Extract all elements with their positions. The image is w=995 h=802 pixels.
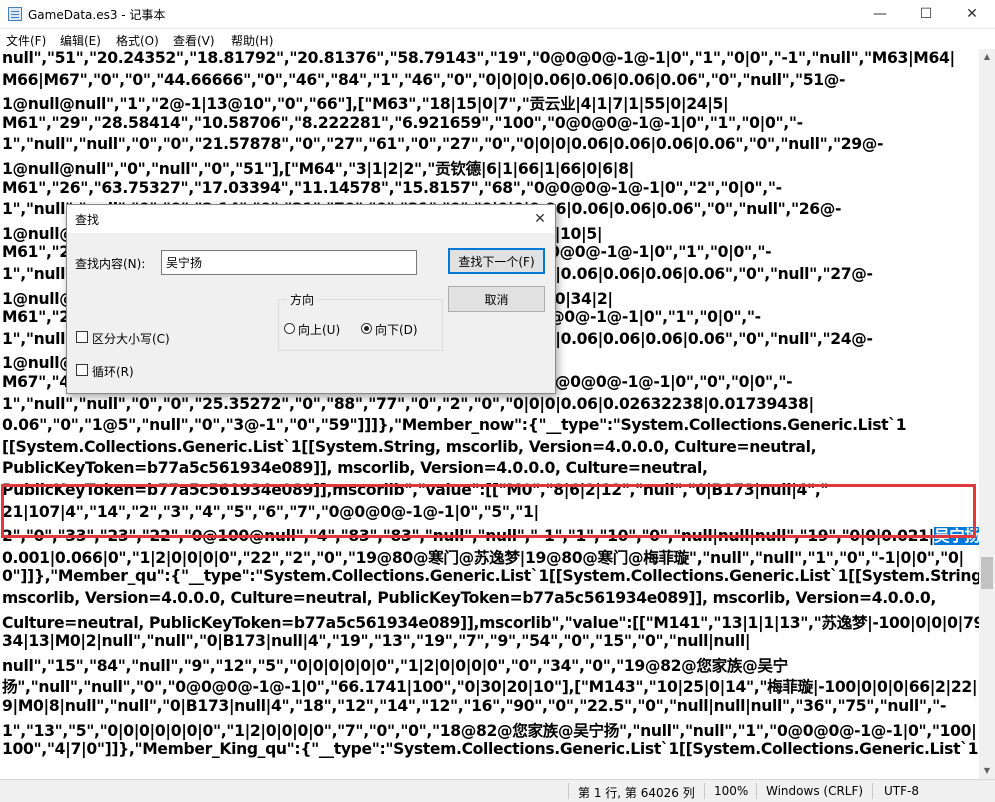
text-line: M66|M67","0","0","44.66666","0","46","84… — [2, 70, 846, 89]
text-line: mscorlib, Version=4.0.0.0, Culture=neutr… — [2, 589, 936, 607]
menu-help[interactable]: 帮助(H) — [231, 32, 273, 49]
encoding: UTF-8 — [884, 784, 919, 798]
text-line: 1@null@null","0","null","0","51"],["M64"… — [2, 160, 634, 178]
menu-bar: 文件(F) 编辑(E) 格式(O) 查看(V) 帮助(H) — [0, 29, 995, 49]
title-bar: GameData.es3 - 记事本 — ☐ ✕ — [0, 0, 995, 29]
find-label: 查找内容(N): — [75, 257, 146, 271]
menu-edit[interactable]: 编辑(E) — [60, 32, 101, 49]
match-case-label: 区分大小写(C) — [92, 332, 170, 346]
wrap-label: 循环(R) — [92, 365, 134, 379]
find-dialog: 查找 ✕ 查找内容(N): 查找下一个(F) 取消 方向 向上(U) 向下(D)… — [66, 204, 556, 394]
red-highlight-box — [1, 484, 976, 538]
direction-down-radio[interactable] — [361, 323, 372, 334]
close-icon[interactable]: ✕ — [525, 205, 555, 233]
line-ending: Windows (CRLF) — [766, 784, 864, 798]
notepad-icon — [8, 7, 22, 21]
scroll-up-icon[interactable]: ▲ — [979, 49, 995, 65]
find-next-button[interactable]: 查找下一个(F) — [448, 248, 545, 274]
cursor-position: 第 1 行, 第 64026 列 — [578, 786, 695, 800]
text-line: 1@null@null","1","2@-1|13@10","0","66"],… — [2, 95, 729, 114]
text-line: Culture=neutral, PublicKeyToken=b77a5c56… — [2, 613, 979, 632]
text-line: 34|13|M0|2|null","null","0|B173|null|4",… — [2, 632, 751, 651]
find-input[interactable] — [161, 250, 417, 275]
text-line: 0"]]},"Member_qu":{"__type":"System.Coll… — [2, 567, 979, 586]
find-dialog-titlebar: 查找 ✕ — [67, 205, 555, 233]
text-line: 1","null","null","0","0","21.57878","0",… — [2, 135, 884, 154]
text-line: PublicKeyToken=b77a5c561934e089]], mscor… — [2, 459, 708, 478]
text-line: M61","26","63.75327","17.03394","11.1457… — [2, 178, 782, 197]
text-line: [[System.Collections.Generic.List`1[[Sys… — [2, 437, 817, 456]
text-line: 扬","null","null","0","0@0@0@-1@-1|0","66… — [2, 678, 978, 697]
wrap-checkbox[interactable] — [76, 364, 88, 376]
direction-down-label: 向下(D) — [375, 323, 418, 337]
text-line: M61","29","28.58414","10.58706","8.22228… — [2, 113, 803, 132]
text-line: 9|M0|8|null","null","0|B173|null|4","18"… — [2, 697, 947, 715]
find-dialog-title: 查找 — [75, 213, 100, 227]
maximize-button[interactable]: ☐ — [903, 0, 949, 28]
match-case-checkbox[interactable] — [76, 331, 88, 343]
zoom-level: 100% — [714, 784, 749, 798]
text-line: 1","13","5","0|0|0|0|0|0|0","1|2|0|0|0|0… — [2, 721, 977, 740]
status-bar: 第 1 行, 第 64026 列 100% Windows (CRLF) UTF… — [0, 779, 995, 802]
text-line: null","15","84","null","9","12","5","0|0… — [2, 656, 788, 675]
direction-up-radio[interactable] — [284, 323, 295, 334]
close-button[interactable]: ✕ — [949, 0, 995, 28]
scroll-thumb[interactable] — [981, 557, 993, 589]
menu-file[interactable]: 文件(F) — [6, 32, 46, 49]
cancel-button[interactable]: 取消 — [448, 286, 545, 312]
direction-label: 方向 — [287, 291, 318, 308]
minimize-button[interactable]: — — [857, 0, 903, 28]
text-line: 0.06","0","1@5","null","0","3@-1","0","5… — [2, 416, 907, 435]
text-line: null","51","20.24352","18.81792","20.813… — [2, 49, 955, 67]
scroll-down-icon[interactable]: ▼ — [979, 763, 995, 779]
text-line: 1","null","null","0","0","25.35272","0",… — [2, 394, 814, 413]
window-title: GameData.es3 - 记事本 — [28, 8, 166, 22]
text-line: 100","4|7|0"]]},"Member_King_qu":{"__typ… — [2, 740, 979, 759]
vertical-scrollbar[interactable]: ▲ ▼ — [979, 49, 995, 779]
text-editor[interactable]: null","51","20.24352","18.81792","20.813… — [0, 49, 979, 779]
menu-view[interactable]: 查看(V) — [173, 32, 215, 49]
text-line: 0.001|0.066|0","1|2|0|0|0|0","22","2","0… — [2, 548, 964, 567]
menu-format[interactable]: 格式(O) — [116, 32, 159, 49]
direction-up-label: 向上(U) — [298, 323, 341, 337]
